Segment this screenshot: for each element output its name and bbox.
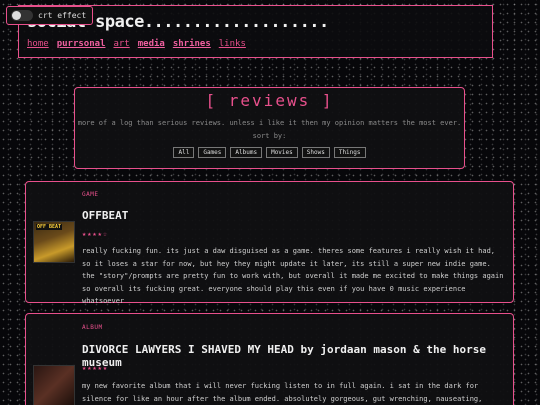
star-rating: ★★★★☆ bbox=[82, 230, 109, 238]
review-body: my new favorite album that i will never … bbox=[82, 382, 483, 403]
star-rating: ★★★★★ bbox=[82, 364, 109, 372]
nav-link-media[interactable]: media bbox=[138, 39, 165, 49]
review-card: ALBUM DIVORCE LAWYERS I SHAVED MY HEAD b… bbox=[25, 313, 514, 405]
reviews-header: [ reviews ] more of a log than serious r… bbox=[74, 87, 465, 169]
review-card: OFF BEAT GAME OFFBEAT ★★★★☆ really fucki… bbox=[25, 181, 514, 305]
reviews-tagline: more of a log than serious reviews. unle… bbox=[77, 119, 462, 127]
filter-all-button[interactable]: All bbox=[173, 147, 195, 158]
cover-label: OFF BEAT bbox=[36, 224, 63, 230]
filter-albums-button[interactable]: Albums bbox=[230, 147, 263, 158]
filter-things-button[interactable]: Things bbox=[333, 147, 366, 158]
nav-link-home[interactable]: home bbox=[27, 39, 49, 49]
crt-effect-label: crt effect bbox=[38, 11, 87, 20]
nav-link-shrines[interactable]: shrines bbox=[173, 39, 211, 49]
nav-link-art[interactable]: art bbox=[113, 39, 129, 49]
sort-label: sort by: bbox=[252, 132, 287, 140]
review-title: DIVORCE LAWYERS I SHAVED MY HEAD by jord… bbox=[82, 343, 486, 369]
nav-link-purrsonal[interactable]: purrsonal bbox=[57, 39, 106, 49]
toggle-switch-icon[interactable] bbox=[11, 10, 33, 21]
review-category: ALBUM bbox=[82, 324, 103, 331]
nav-link-links[interactable]: links bbox=[219, 39, 246, 49]
filter-movies-button[interactable]: Movies bbox=[266, 147, 298, 158]
filter-games-button[interactable]: Games bbox=[198, 147, 227, 158]
crt-effect-toggle[interactable]: crt effect bbox=[6, 6, 94, 25]
cover-image: OFF BEAT bbox=[33, 221, 75, 263]
site-nav: home purrsonal art media shrines links bbox=[27, 39, 246, 49]
review-title: OFFBEAT bbox=[82, 209, 129, 222]
reviews-title: [ reviews ] bbox=[205, 91, 334, 110]
filter-bar: All Games Albums Movies Shows Things bbox=[75, 147, 464, 158]
filter-shows-button[interactable]: Shows bbox=[301, 147, 330, 158]
review-category: GAME bbox=[82, 191, 99, 198]
page: crt effect social space.................… bbox=[0, 0, 540, 405]
cover-image bbox=[33, 365, 75, 405]
toggle-knob bbox=[12, 11, 21, 20]
review-body: really fucking fun. its just a daw disgu… bbox=[82, 247, 504, 305]
